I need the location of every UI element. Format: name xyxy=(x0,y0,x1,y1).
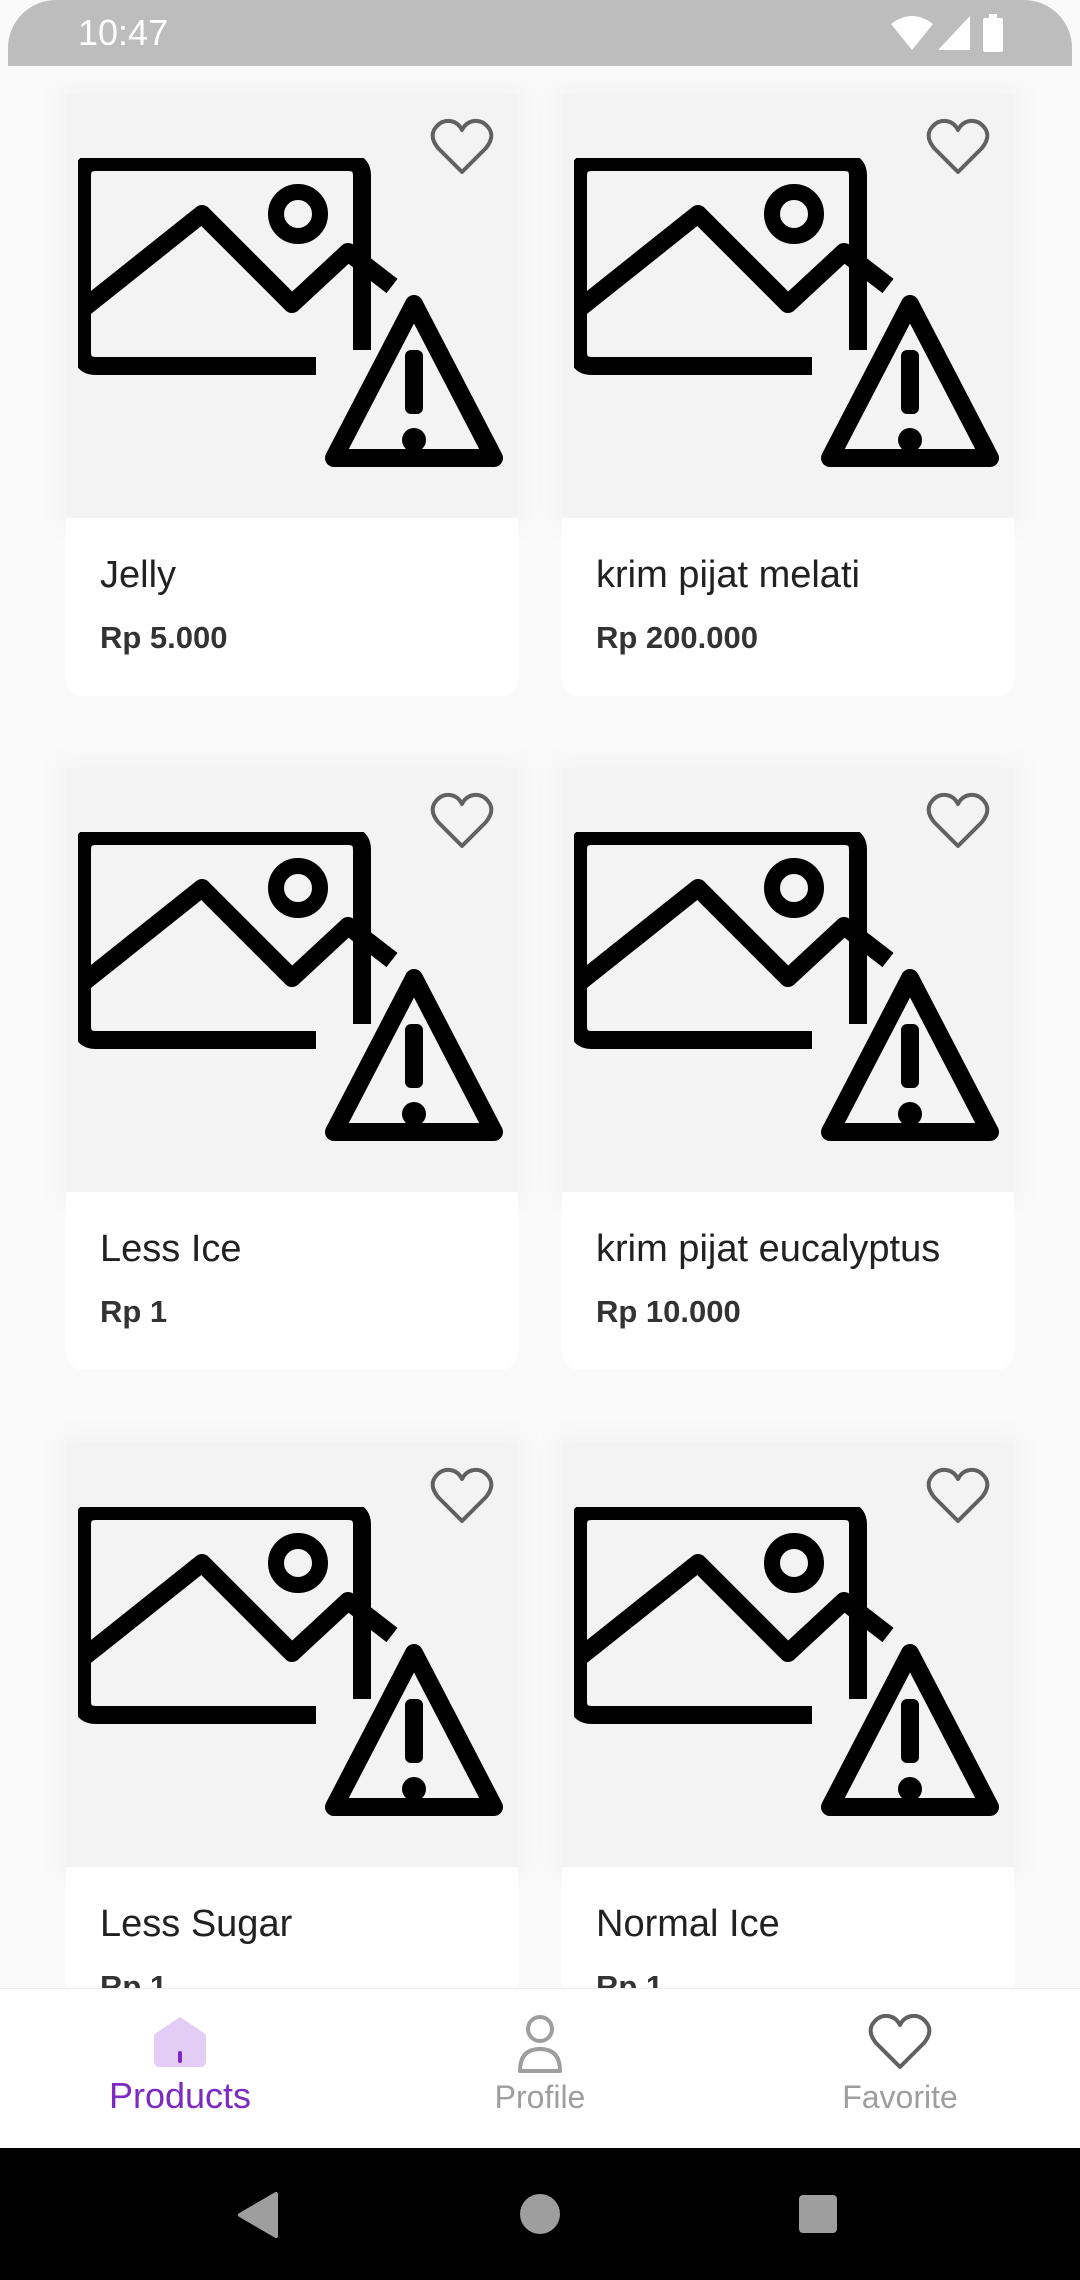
favorite-toggle-icon[interactable] xyxy=(926,792,990,850)
broken-image-icon xyxy=(574,1507,999,1816)
favorite-toggle-icon[interactable] xyxy=(430,792,494,850)
home-circle-icon[interactable] xyxy=(518,2192,562,2236)
favorite-toggle-icon[interactable] xyxy=(926,1467,990,1525)
product-name: Less Ice xyxy=(100,1228,242,1270)
status-time: 10:47 xyxy=(78,12,169,53)
product-image xyxy=(562,94,1014,518)
product-image xyxy=(562,1443,1014,1867)
favorite-toggle-icon[interactable] xyxy=(430,1467,494,1525)
product-info: Normal Ice Rp 1 xyxy=(562,1867,1014,1988)
product-name: krim pijat melati xyxy=(596,554,860,596)
heart-icon xyxy=(868,2013,932,2069)
product-price: Rp 10.000 xyxy=(596,1294,741,1329)
back-icon[interactable] xyxy=(236,2192,280,2238)
product-price: Rp 5.000 xyxy=(100,620,228,655)
nav-item-favorite[interactable]: Favorite xyxy=(780,1989,1020,2148)
nav-label-products: Products xyxy=(108,2075,252,2116)
product-image xyxy=(66,1443,518,1867)
bottom-navigation: Products Profile Favorite xyxy=(0,1988,1080,2148)
product-image xyxy=(66,768,518,1192)
system-navigation-bar xyxy=(0,2148,1080,2280)
product-grid[interactable]: Jelly Rp 5.000 krim pijat melati Rp 200.… xyxy=(0,66,1080,1988)
product-info: Jelly Rp 5.000 xyxy=(66,518,518,696)
home-icon xyxy=(154,2017,206,2067)
product-image xyxy=(66,94,518,518)
product-info: krim pijat eucalyptus Rp 10.000 xyxy=(562,1192,1014,1370)
nav-label-favorite: Favorite xyxy=(842,2079,958,2115)
broken-image-icon xyxy=(78,158,503,467)
favorite-toggle-icon[interactable] xyxy=(430,118,494,176)
battery-icon xyxy=(983,14,1003,52)
product-info: krim pijat melati Rp 200.000 xyxy=(562,518,1014,696)
product-info: Less Sugar Rp 1 xyxy=(66,1867,518,1988)
product-name: Jelly xyxy=(100,554,177,596)
product-price: Rp 1 xyxy=(100,1969,168,1988)
product-price: Rp 1 xyxy=(596,1969,664,1988)
broken-image-icon xyxy=(574,158,999,467)
broken-image-icon xyxy=(78,1507,503,1816)
product-name: krim pijat eucalyptus xyxy=(596,1228,941,1270)
product-price: Rp 200.000 xyxy=(596,620,758,655)
favorite-toggle-icon[interactable] xyxy=(926,118,990,176)
app-screen: 10:47 Jelly Rp 5.000 krim pijat melati R… xyxy=(0,0,1080,2148)
nav-item-products[interactable]: Products xyxy=(60,1989,300,2148)
nav-label-profile: Profile xyxy=(494,2079,586,2115)
signal-icon xyxy=(938,16,970,50)
recents-icon[interactable] xyxy=(798,2194,838,2234)
product-name: Normal Ice xyxy=(596,1903,780,1945)
broken-image-icon xyxy=(78,832,503,1141)
wifi-icon xyxy=(891,16,933,50)
product-price: Rp 1 xyxy=(100,1294,168,1329)
product-info: Less Ice Rp 1 xyxy=(66,1192,518,1370)
nav-item-profile[interactable]: Profile xyxy=(420,1989,660,2148)
status-bar: 10:47 xyxy=(8,0,1072,66)
broken-image-icon xyxy=(574,832,999,1141)
product-image xyxy=(562,768,1014,1192)
person-icon xyxy=(518,2015,562,2073)
product-name: Less Sugar xyxy=(100,1903,293,1945)
